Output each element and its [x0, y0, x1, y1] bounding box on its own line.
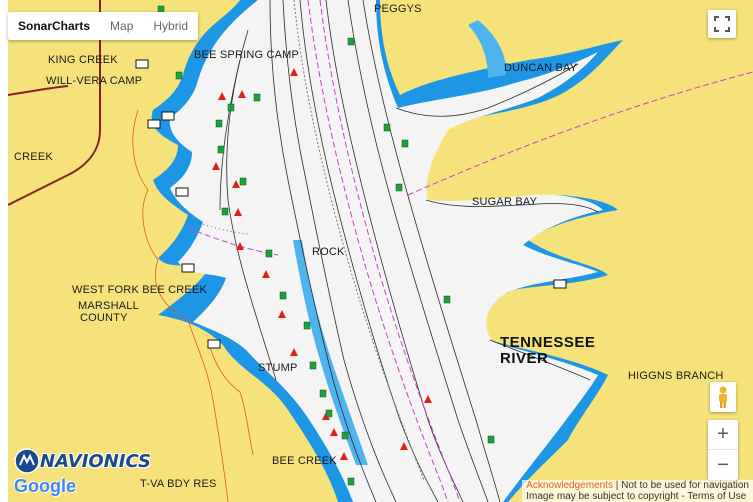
label-duncan-bay: DUNCAN BAY — [504, 62, 578, 74]
green-buoy-marker — [341, 431, 349, 440]
label-will-vera-camp: WILL-VERA CAMP — [46, 75, 143, 87]
green-buoy-marker — [239, 177, 247, 186]
green-buoy-marker — [217, 145, 225, 154]
green-buoy-marker — [443, 295, 451, 304]
copyright-terms-link[interactable]: Image may be subject to copyright - Term… — [526, 491, 749, 502]
pegman-icon — [719, 386, 727, 408]
label-tennessee: TENNESSEE — [500, 334, 596, 351]
navionics-wordmark: NAVIONICS — [40, 450, 151, 472]
map-type-sonarcharts-button[interactable]: SonarCharts — [8, 12, 100, 40]
green-buoy-marker — [401, 139, 409, 148]
label-bee-creek: BEE CREEK — [272, 455, 337, 467]
label-higgins-branch: HIGGNS BRANCH — [628, 370, 724, 382]
green-buoy-marker — [279, 291, 287, 300]
label-marshall: MARSHALL — [78, 300, 139, 312]
label-bee-spring-camp: BEE SPRING CAMP — [194, 49, 300, 61]
green-buoy-marker — [175, 71, 183, 80]
nautical-chart-map[interactable]: PEGGYS KING CREEK WILL-VERA CAMP BEE SPR… — [8, 0, 753, 502]
green-buoy-marker — [253, 93, 261, 102]
label-peggys: PEGGYS — [374, 3, 422, 15]
map-type-control: SonarCharts Map Hybrid — [8, 12, 199, 40]
marina-icon — [207, 339, 221, 349]
street-view-pegman-button[interactable] — [710, 382, 736, 412]
google-wordmark: Google — [14, 476, 76, 496]
google-logo: Google — [14, 476, 76, 497]
label-stump: STUMP — [258, 362, 298, 374]
map-type-map-button[interactable]: Map — [100, 12, 143, 40]
marina-icon — [181, 263, 195, 273]
marina-icon — [147, 119, 161, 129]
marina-icon — [135, 59, 149, 69]
green-buoy-marker — [347, 477, 355, 486]
green-buoy-marker — [487, 435, 495, 444]
navigation-disclaimer: | Not to be used for navigation — [615, 480, 749, 491]
label-west-fork-bee-creek: WEST FORK BEE CREEK — [72, 284, 208, 296]
zoom-control: + − — [708, 420, 738, 480]
marina-icon — [161, 111, 175, 121]
green-buoy-marker — [227, 103, 235, 112]
green-buoy-marker — [347, 37, 355, 46]
zoom-in-button[interactable]: + — [708, 420, 738, 450]
map-type-hybrid-button[interactable]: Hybrid — [143, 12, 198, 40]
fullscreen-button[interactable] — [708, 10, 736, 38]
acknowledgements-link[interactable]: Acknowledgements — [526, 480, 613, 491]
label-river: RIVER — [500, 350, 549, 367]
label-county: COUNTY — [80, 312, 128, 324]
green-buoy-marker — [309, 361, 317, 370]
green-buoy-marker — [319, 389, 327, 398]
green-buoy-marker — [215, 119, 223, 128]
marina-icon — [553, 279, 567, 289]
green-buoy-marker — [383, 123, 391, 132]
green-buoy-marker — [325, 409, 333, 418]
label-king-creek: KING CREEK — [48, 54, 118, 66]
attribution-bar: Acknowledgements | Not to be used for na… — [522, 480, 753, 502]
navionics-logo: NAVIONICS — [14, 448, 151, 474]
navionics-emblem-icon — [14, 448, 40, 474]
fullscreen-icon — [714, 16, 730, 32]
green-buoy-marker — [395, 183, 403, 192]
label-tva-bdy-res: T-VA BDY RES — [140, 478, 217, 490]
label-creek: CREEK — [14, 151, 53, 163]
label-rock: ROCK — [312, 246, 345, 258]
label-sugar-bay: SUGAR BAY — [472, 196, 538, 208]
green-buoy-marker — [303, 321, 311, 330]
green-buoy-marker — [265, 249, 273, 258]
green-buoy-marker — [221, 207, 229, 216]
zoom-out-button[interactable]: − — [708, 450, 738, 480]
marina-icon — [175, 187, 189, 197]
